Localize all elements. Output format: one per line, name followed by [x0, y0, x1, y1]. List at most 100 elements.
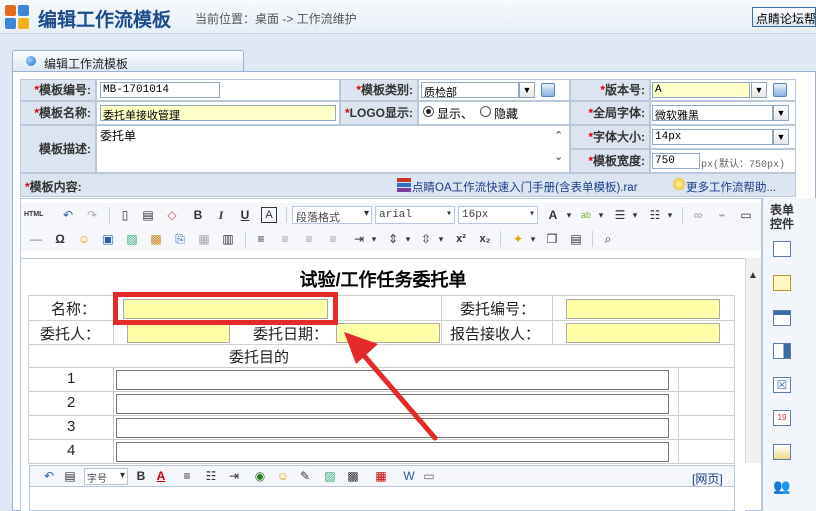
eraser-icon[interactable]: ◇ [164, 207, 180, 223]
manual-download-link[interactable]: 点睛OA工作流快速入门手册(含表单模板).rar [412, 179, 638, 195]
version-picker-icon[interactable] [773, 83, 787, 97]
chevron-down-icon[interactable]: ▾ [561, 207, 577, 223]
version-select[interactable]: A [652, 82, 750, 98]
undo-icon[interactable]: ↶ [60, 207, 76, 223]
fullscreen-icon[interactable]: ▭ [738, 207, 754, 223]
chevron-down-icon[interactable]: ▾ [627, 207, 643, 223]
chevron-down-icon[interactable]: ▾ [525, 231, 541, 247]
document-scrollbar[interactable] [745, 258, 761, 463]
undo-icon[interactable]: ↶ [41, 468, 57, 484]
chevron-down-icon[interactable]: ▾ [433, 231, 449, 247]
new-document-icon[interactable]: ▯ [117, 207, 133, 223]
copy-icon[interactable]: ❐ [544, 231, 560, 247]
purpose-input-4[interactable] [116, 442, 669, 462]
forum-help-button[interactable]: 点睛论坛帮 [752, 7, 816, 27]
web-mode-link[interactable]: [网页] [692, 470, 723, 487]
checkbox-control-icon[interactable]: ☒ [773, 377, 791, 393]
print-icon[interactable]: ▭ [421, 468, 437, 484]
attachment-icon[interactable]: ⎘ [172, 231, 188, 247]
bullet-list-icon[interactable]: ☰ [612, 207, 628, 223]
template-icon[interactable]: ▥ [220, 231, 236, 247]
align-justify-icon[interactable]: ≡ [325, 231, 341, 247]
paragraph-spacing-icon[interactable]: ⇳ [418, 231, 434, 247]
font-size-select-toolbar[interactable]: 16px [458, 206, 538, 224]
macro-control-icon[interactable] [773, 444, 791, 460]
font-family-select[interactable]: arial [375, 206, 455, 224]
align-left-icon[interactable]: ≡ [253, 231, 269, 247]
logo-hide-radio[interactable] [480, 106, 491, 117]
subscript-icon[interactable]: x₂ [477, 231, 493, 247]
align-right-icon[interactable]: ≡ [301, 231, 317, 247]
bold-icon[interactable]: B [190, 207, 206, 223]
magic-wand-icon[interactable]: ✦ [510, 231, 526, 247]
special-char-icon[interactable]: Ω [52, 231, 68, 247]
client-input[interactable] [127, 323, 230, 343]
link-icon[interactable]: ∞ [690, 207, 706, 223]
template-name-input[interactable]: 委托单接收管理 [100, 105, 336, 121]
chevron-down-icon[interactable]: ▼ [519, 82, 535, 98]
edit-icon[interactable]: ✎ [297, 468, 313, 484]
chevron-down-icon[interactable]: ▼ [773, 105, 789, 121]
entrust-no-input[interactable] [566, 299, 720, 319]
italic-icon[interactable]: I [213, 207, 229, 223]
chevron-down-icon[interactable]: ▾ [400, 231, 416, 247]
font-color-icon[interactable]: A [545, 207, 561, 223]
logo-show-radio[interactable] [423, 106, 434, 117]
chevron-down-icon[interactable]: ▾ [366, 231, 382, 247]
superscript-icon[interactable]: x² [453, 231, 469, 247]
redo-icon[interactable]: ↷ [84, 207, 100, 223]
font-color-icon[interactable]: A [153, 468, 169, 484]
horizontal-rule-icon[interactable]: — [28, 231, 44, 247]
numbered-list-icon[interactable]: ☷ [203, 468, 219, 484]
calendar-control-icon[interactable]: 19 [773, 410, 791, 426]
html-source-icon[interactable]: HTML [24, 207, 43, 223]
description-textarea[interactable]: 委托单 [100, 127, 552, 169]
font-size-select[interactable]: 14px [652, 129, 773, 145]
chevron-down-icon[interactable]: ▼ [751, 82, 767, 98]
emoticon-icon[interactable]: ☺ [76, 231, 92, 247]
align-left-icon[interactable]: ≡ [179, 468, 195, 484]
scroll-up-icon[interactable]: ▲ [748, 270, 758, 281]
indent-icon[interactable]: ⇥ [351, 231, 367, 247]
receiver-input[interactable] [566, 323, 720, 343]
preview-icon[interactable]: ⌕ [600, 231, 616, 247]
textarea-control-icon[interactable] [773, 275, 791, 291]
chevron-down-icon[interactable]: ▾ [662, 207, 678, 223]
media-icon[interactable]: ▩ [148, 231, 164, 247]
image-icon[interactable]: ▨ [322, 468, 338, 484]
word-paste-icon[interactable]: W [401, 468, 417, 484]
insert-image-icon[interactable]: ▩ [345, 468, 361, 484]
select-control-icon[interactable] [773, 343, 791, 359]
align-center-icon[interactable]: ≡ [277, 231, 293, 247]
more-help-link[interactable]: 更多工作流帮助... [686, 179, 776, 195]
save-icon[interactable]: ▣ [100, 231, 116, 247]
nested-editor-body[interactable] [29, 487, 735, 511]
template-no-input[interactable]: MB-1701014 [100, 82, 220, 98]
user-group-control-icon[interactable]: 👥 [773, 478, 793, 496]
category-picker-icon[interactable] [541, 83, 555, 97]
line-height-icon[interactable]: ⇕ [385, 231, 401, 247]
emoticon-icon[interactable]: ☺ [275, 468, 291, 484]
clipboard-icon[interactable]: ▤ [568, 231, 584, 247]
bold-icon[interactable]: B [133, 468, 149, 484]
scroll-down-icon[interactable]: ⌄ [554, 150, 563, 163]
text-border-icon[interactable]: A [261, 207, 277, 223]
paste-icon[interactable]: ▤ [140, 207, 156, 223]
scroll-up-icon[interactable]: ⌃ [554, 129, 563, 142]
globe-icon[interactable]: ◉ [252, 468, 268, 484]
flash-icon[interactable]: ▦ [373, 468, 389, 484]
nested-font-size-select[interactable]: 字号 [84, 468, 128, 485]
unlink-icon[interactable]: ⌁ [714, 207, 730, 223]
chevron-down-icon[interactable]: ▾ [593, 207, 609, 223]
template-type-select[interactable]: 质检部 [421, 82, 519, 98]
chevron-down-icon[interactable]: ▼ [773, 129, 789, 145]
numbered-list-icon[interactable]: ☷ [647, 207, 663, 223]
list-control-icon[interactable] [773, 310, 791, 326]
image-icon[interactable]: ▨ [124, 231, 140, 247]
template-width-input[interactable]: 750 [652, 153, 700, 169]
underline-icon[interactable]: U [237, 207, 253, 223]
textbox-control-icon[interactable] [773, 241, 791, 257]
table-icon[interactable]: ▦ [196, 231, 212, 247]
highlight-color-icon[interactable]: ab [578, 207, 594, 223]
indent-icon[interactable]: ⇥ [226, 468, 242, 484]
